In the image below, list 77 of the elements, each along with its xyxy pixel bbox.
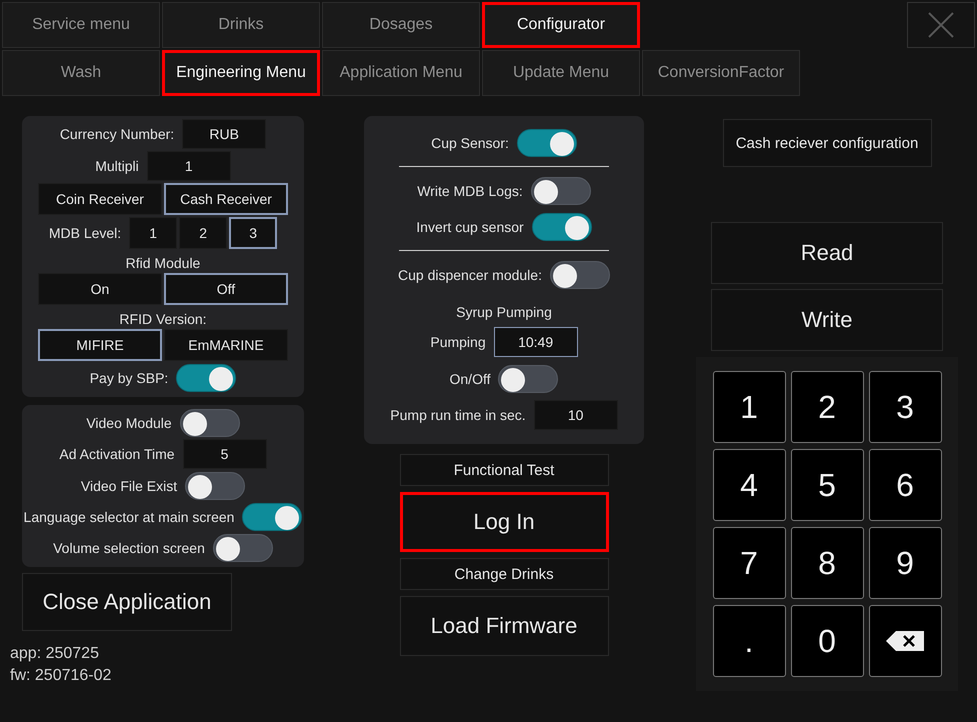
tab[interactable]: Service menu	[2, 2, 160, 48]
tab[interactable]: Update Menu	[482, 50, 640, 96]
toggle-switch[interactable]	[516, 128, 577, 156]
field-label: Multipli	[95, 158, 139, 174]
option-button[interactable]: 3	[229, 217, 278, 249]
input-field[interactable]: 1	[146, 151, 231, 181]
toggle-label: On/Off	[450, 370, 490, 386]
option-button[interactable]: 2	[179, 217, 228, 249]
input-field[interactable]: 5	[182, 439, 267, 469]
option-button[interactable]: Off	[164, 273, 288, 305]
keypad-key[interactable]: 0	[790, 605, 864, 677]
input-field[interactable]: RUB	[182, 119, 266, 149]
option-button[interactable]: MIFIRE	[38, 329, 162, 361]
option-button[interactable]: 1	[129, 217, 178, 249]
field-label: Pump run time in sec.	[390, 407, 526, 423]
action-button[interactable]: Change Drinks	[400, 558, 608, 590]
keypad-key[interactable]: 9	[868, 527, 942, 599]
toggle-switch[interactable]	[530, 176, 591, 204]
toggle-label: Write MDB Logs:	[417, 182, 523, 198]
toggle-switch[interactable]	[185, 472, 246, 500]
input-field[interactable]: 10	[534, 400, 618, 430]
option-label: Rfid Module	[126, 255, 200, 271]
option-button[interactable]: Cash Receiver	[164, 183, 288, 215]
backspace-icon	[886, 631, 924, 651]
keypad-key[interactable]: 6	[868, 449, 942, 521]
toggle-switch[interactable]	[176, 364, 236, 392]
action-button[interactable]: Functional Test	[400, 454, 608, 486]
toggle-label: Volume selection screen	[53, 540, 205, 556]
close-icon	[928, 12, 954, 38]
toggle-label: Language selector at main screen	[24, 508, 234, 524]
toggle-switch[interactable]	[212, 534, 273, 562]
toggle-label: Pay by SBP:	[90, 370, 168, 386]
toggle-switch[interactable]	[242, 502, 302, 530]
toggle-switch[interactable]	[550, 260, 610, 288]
keypad-key[interactable]: 7	[712, 527, 786, 599]
read-button[interactable]: Read	[711, 222, 943, 284]
version-text: app: 250725	[10, 644, 100, 664]
toggle-label: Cup Sensor:	[431, 134, 509, 150]
close-button[interactable]	[907, 2, 975, 48]
option-button[interactable]: EmMARINE	[164, 329, 288, 361]
option-button[interactable]: On	[38, 273, 162, 305]
keypad-key[interactable]: 3	[868, 371, 942, 443]
option-label: RFID Version:	[119, 311, 207, 327]
input-field[interactable]: 10:49	[494, 327, 578, 357]
write-button[interactable]: Write	[711, 289, 943, 351]
section-heading: Syrup Pumping	[456, 304, 552, 320]
tab[interactable]: ConversionFactor	[642, 50, 800, 96]
toggle-switch[interactable]	[498, 364, 558, 392]
backspace-key[interactable]	[868, 605, 942, 677]
tab[interactable]: Wash	[2, 50, 160, 96]
tab[interactable]: Application Menu	[322, 50, 480, 96]
tab[interactable]: Dosages	[322, 2, 480, 48]
toggle-label: Video File Exist	[80, 478, 178, 494]
tab[interactable]: Engineering Menu	[162, 50, 320, 96]
keypad-key[interactable]: 8	[790, 527, 864, 599]
keypad-key[interactable]: 4	[712, 449, 786, 521]
tab[interactable]: Configurator	[482, 2, 640, 48]
keypad-key[interactable]: 1	[712, 371, 786, 443]
field-label: Pumping	[430, 334, 486, 350]
keypad-key[interactable]: 2	[790, 371, 864, 443]
option-label: MDB Level:	[48, 225, 122, 241]
toggle-switch[interactable]	[180, 408, 240, 436]
action-button[interactable]: Log In	[400, 492, 608, 552]
toggle-label: Invert cup sensor	[416, 218, 524, 234]
close-application-button[interactable]: Close Application	[22, 573, 232, 631]
toggle-label: Cup dispencer module:	[398, 266, 542, 282]
cash-config-button[interactable]: Cash reciever configuration	[722, 119, 932, 167]
version-text: fw: 250716-02	[10, 666, 112, 686]
keypad-key[interactable]: 5	[790, 449, 864, 521]
keypad-key[interactable]: .	[712, 605, 786, 677]
toggle-switch[interactable]	[532, 212, 592, 240]
field-label: Currency Number:	[60, 126, 174, 142]
option-button[interactable]: Coin Receiver	[38, 183, 162, 215]
field-label: Ad Activation Time	[59, 446, 175, 462]
tab[interactable]: Drinks	[162, 2, 320, 48]
toggle-label: Video Module	[86, 414, 172, 430]
action-button[interactable]: Load Firmware	[400, 596, 608, 656]
